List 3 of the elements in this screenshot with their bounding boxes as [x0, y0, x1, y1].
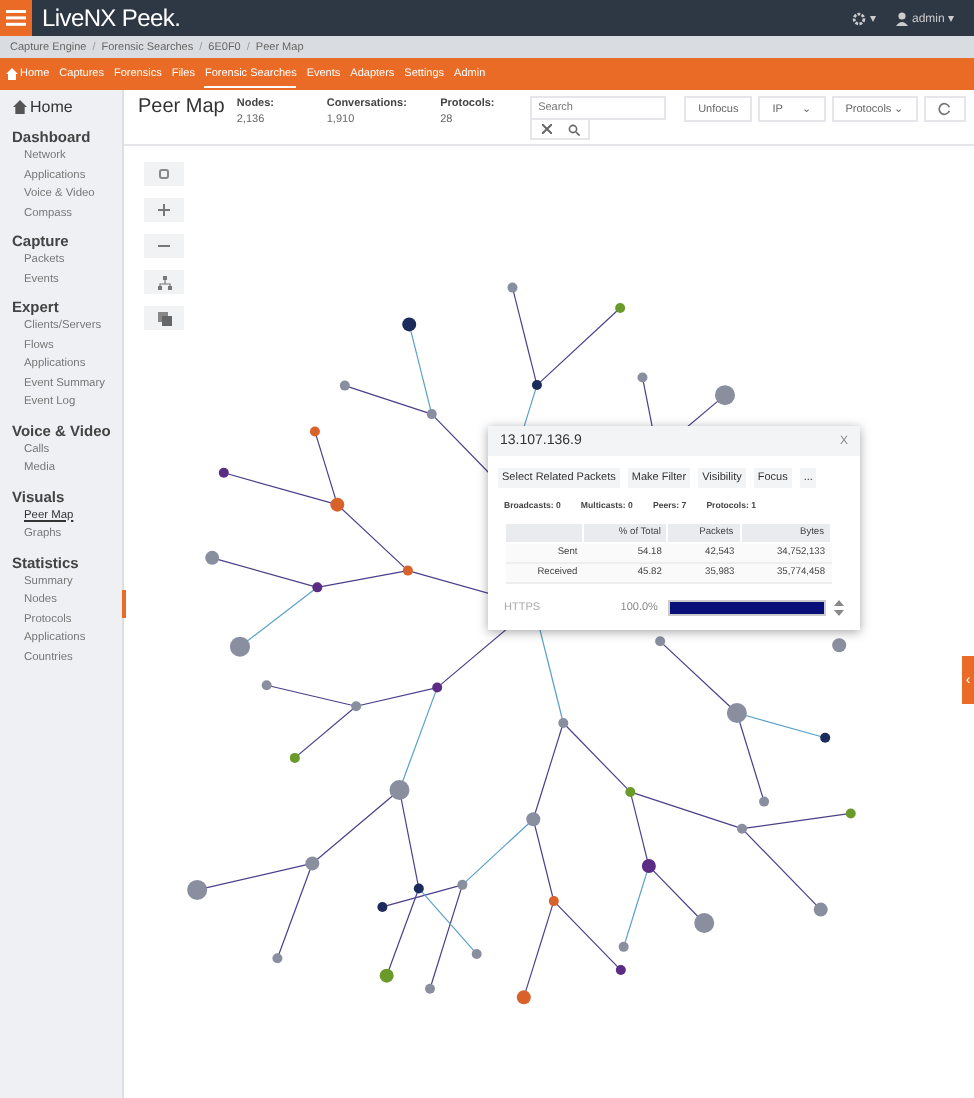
app-logo: LiveNX Peek.: [42, 4, 181, 32]
sidebar-home-link[interactable]: Home: [12, 98, 122, 116]
page-title: Peer Map: [138, 96, 225, 118]
